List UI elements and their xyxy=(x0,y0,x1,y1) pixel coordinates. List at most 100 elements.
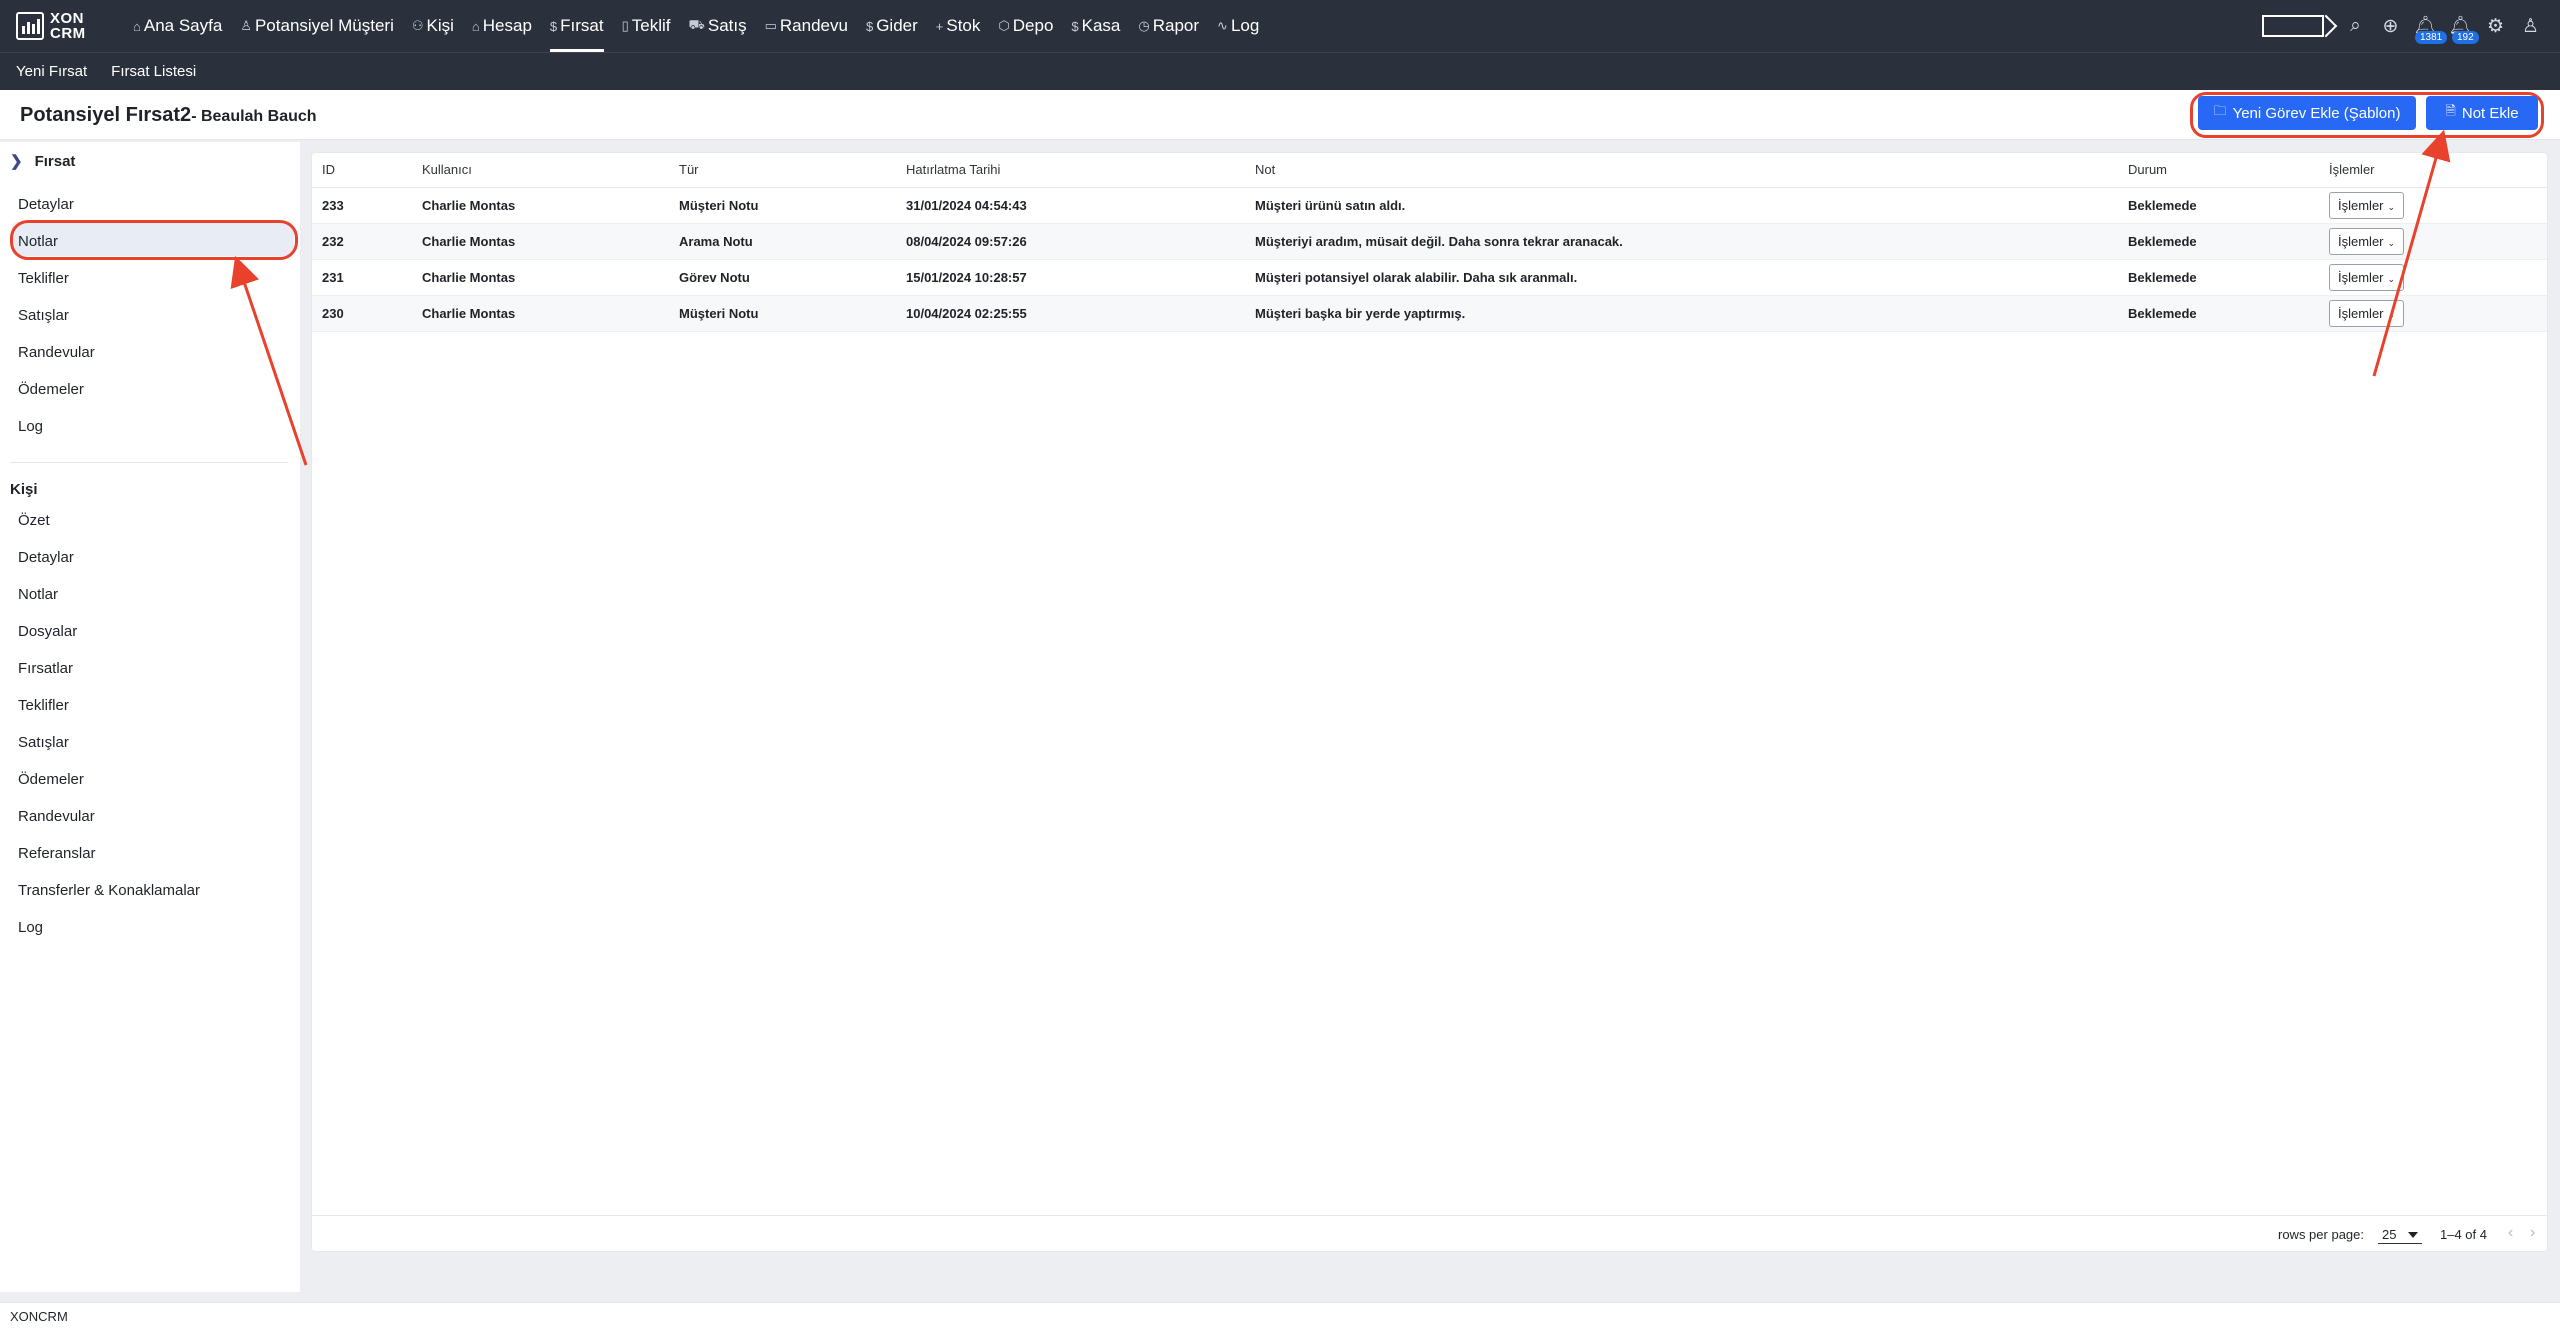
new-opportunity-link[interactable]: Yeni Fırsat xyxy=(0,63,103,80)
sidebar-contact-item-3[interactable]: Dosyalar xyxy=(18,623,77,640)
nav-item-1[interactable]: ♙ Potansiyel Müşteri xyxy=(231,0,403,52)
rows-per-page-select[interactable]: 25 xyxy=(2378,1224,2422,1244)
row-actions-dropdown[interactable]: İşlemler ⌄ xyxy=(2329,227,2405,255)
nav-item-5[interactable]: ▯ Teklif xyxy=(613,0,680,52)
sidebar-opportunity-item-1[interactable]: Notlar xyxy=(18,233,58,250)
column-header[interactable]: İşlemler xyxy=(2319,153,2547,188)
logo-chart-icon xyxy=(16,12,44,40)
nav-item-10[interactable]: ⬡ Depo xyxy=(989,0,1062,52)
sidebar-contact-item-1[interactable]: Detaylar xyxy=(18,549,74,566)
column-header[interactable]: Tür xyxy=(669,153,896,188)
notification-bell-icon-2[interactable]: 🔔︎ 192 xyxy=(2443,14,2479,44)
actions-cell: İşlemler ⌄ xyxy=(2319,295,2547,332)
nav-item-2[interactable]: ⚇ Kişi xyxy=(403,0,463,52)
nav-item-8[interactable]: $ Gider xyxy=(857,0,927,52)
row-actions-dropdown[interactable]: İşlemler ⌄ xyxy=(2329,263,2405,291)
sidebar-contact-item-4[interactable]: Fırsatlar xyxy=(18,660,73,677)
main-menu: ⌂ Ana Sayfa ♙ Potansiyel Müşteri ⚇ Kişi ⌂ Hesap… xyxy=(124,0,1268,52)
logo-text-top: XON xyxy=(50,10,85,27)
nav-item-11[interactable]: $ Kasa xyxy=(1062,0,1129,52)
nav-item-6[interactable]: ⛟ Satış xyxy=(680,0,756,52)
table-cell: 15/01/2024 10:28:57 xyxy=(896,259,1245,296)
page-title-text: Potansiyel Fırsat2 xyxy=(20,104,192,126)
sidebar-contact-item-7[interactable]: Ödemeler xyxy=(18,771,84,788)
table-cell: Görev Notu xyxy=(669,259,896,296)
column-header[interactable]: Hatırlatma Tarihi xyxy=(896,153,1245,188)
settings-gear-icon[interactable]: ⚙ xyxy=(2478,15,2513,38)
add-task-template-button[interactable]: 🗀 Yeni Görev Ekle (Şablon) xyxy=(2198,96,2416,130)
dollar-icon: $ xyxy=(549,18,558,34)
nav-item-label: Stok xyxy=(946,16,981,35)
sidebar-contact-item-10[interactable]: Transferler & Konaklamalar xyxy=(18,882,200,899)
sidebar-contact-item-5[interactable]: Teklifler xyxy=(18,697,69,714)
table-cell: Müşteri ürünü satın aldı. xyxy=(1245,187,2118,224)
sidebar-opportunity-item-3[interactable]: Satışlar xyxy=(18,307,69,324)
nav-item-12[interactable]: ◷ Rapor xyxy=(1129,0,1208,52)
row-actions-label: İşlemler xyxy=(2338,233,2384,249)
add-task-label: Yeni Görev Ekle (Şablon) xyxy=(2232,104,2401,122)
rows-per-page-value: 25 xyxy=(2382,1227,2397,1242)
calendar-icon: ▭ xyxy=(764,18,777,33)
add-circle-icon[interactable]: ⊕ xyxy=(2373,15,2408,38)
column-header[interactable]: Kullanıcı xyxy=(412,153,669,188)
pagination-range: 1–4 of 4 xyxy=(2440,1227,2487,1242)
nav-item-0[interactable]: ⌂ Ana Sayfa xyxy=(124,0,231,52)
sidebar-contact-item-6[interactable]: Satışlar xyxy=(18,734,69,751)
next-page-icon[interactable]: › xyxy=(2530,1224,2535,1242)
actions-cell: İşlemler ⌄ xyxy=(2319,259,2547,296)
folder-plus-icon: 🗀 xyxy=(2213,103,2227,118)
sidebar: ❯ Fırsat Kişi Detaylar Notlar Teklifler Satı… xyxy=(0,142,300,1292)
table-cell: Arama Notu xyxy=(669,223,896,260)
page-header: Potansiyel Fırsat2- Beaulah Bauch xyxy=(0,90,2560,140)
row-actions-dropdown[interactable]: İşlemler ⌄ xyxy=(2329,191,2405,219)
nav-item-3[interactable]: ⌂ Hesap xyxy=(463,0,541,52)
box-icon: ⬡ xyxy=(998,18,1010,33)
nav-item-label: Satış xyxy=(707,16,747,35)
table-row[interactable]: 231 Charlie Montas Görev Notu 15/01/2024 10… xyxy=(312,259,2547,296)
search-icon[interactable]: ⌕ xyxy=(2338,15,2373,37)
table-cell: Müşteri başka bir yerde yaptırmış. xyxy=(1245,295,2118,332)
column-header[interactable]: Not xyxy=(1245,153,2118,188)
opportunity-list-link[interactable]: Fırsat Listesi xyxy=(103,63,212,80)
column-header[interactable]: Durum xyxy=(2118,153,2319,188)
add-note-button[interactable]: 🗎 Not Ekle xyxy=(2426,96,2538,130)
document-icon: ▯ xyxy=(621,18,629,33)
sidebar-contact-item-2[interactable]: Notlar xyxy=(18,586,58,603)
page-title: Potansiyel Fırsat2- Beaulah Bauch xyxy=(20,104,317,127)
nav-item-4[interactable]: $ Fırsat xyxy=(541,0,613,52)
sidebar-contact-item-8[interactable]: Randevular xyxy=(18,808,95,825)
column-header[interactable]: ID xyxy=(312,153,412,188)
sidebar-section-opportunity[interactable]: ❯ Fırsat xyxy=(10,152,75,170)
chevron-down-icon: ⌄ xyxy=(2387,309,2396,320)
sidebar-contact-item-0[interactable]: Özet xyxy=(18,512,50,529)
nav-item-13[interactable]: ∿ Log xyxy=(1208,0,1268,52)
table-cell: 232 xyxy=(312,223,412,260)
sidebar-opportunity-item-2[interactable]: Teklifler xyxy=(18,270,69,287)
notification-bell-icon[interactable]: 🔔︎ 1381 xyxy=(2408,14,2448,44)
row-actions-dropdown[interactable]: İşlemler ⌄ xyxy=(2329,299,2405,327)
dollar-icon: $ xyxy=(1071,18,1079,34)
row-actions-label: İşlemler xyxy=(2338,305,2384,321)
app-logo[interactable]: XON CRM xyxy=(16,11,106,41)
sidebar-opportunity-item-0[interactable]: Detaylar xyxy=(18,196,74,213)
users-icon: ⚇ xyxy=(411,18,424,33)
actions-cell: İşlemler ⌄ xyxy=(2319,223,2547,260)
table-row[interactable]: 233 Charlie Montas Müşteri Notu 31/01/2024 … xyxy=(312,187,2547,224)
nav-item-7[interactable]: ▭ Randevu xyxy=(756,0,857,52)
sidebar-opportunity-item-6[interactable]: Log xyxy=(18,418,43,435)
nav-item-label: Ana Sayfa xyxy=(143,16,223,35)
chevron-down-icon: ⌄ xyxy=(2387,273,2396,284)
chevron-down-icon: ⌄ xyxy=(2387,237,2396,248)
arrow-shape-button[interactable] xyxy=(2262,15,2324,37)
sidebar-contact-item-9[interactable]: Referanslar xyxy=(18,845,96,862)
sidebar-opportunity-item-5[interactable]: Ödemeler xyxy=(18,381,84,398)
sidebar-contact-item-11[interactable]: Log xyxy=(18,919,43,936)
chevron-down-icon: ⌄ xyxy=(2387,201,2396,212)
sidebar-opportunity-item-4[interactable]: Randevular xyxy=(18,344,95,361)
table-cell: Beklemede xyxy=(2118,259,2319,296)
user-profile-icon[interactable]: ♙ xyxy=(2513,15,2548,38)
table-row[interactable]: 230 Charlie Montas Müşteri Notu 10/04/2024 … xyxy=(312,295,2547,332)
table-row[interactable]: 232 Charlie Montas Arama Notu 08/04/2024 09… xyxy=(312,223,2547,260)
nav-item-9[interactable]: + Stok xyxy=(927,0,990,52)
prev-page-icon[interactable]: ‹ xyxy=(2508,1224,2513,1242)
